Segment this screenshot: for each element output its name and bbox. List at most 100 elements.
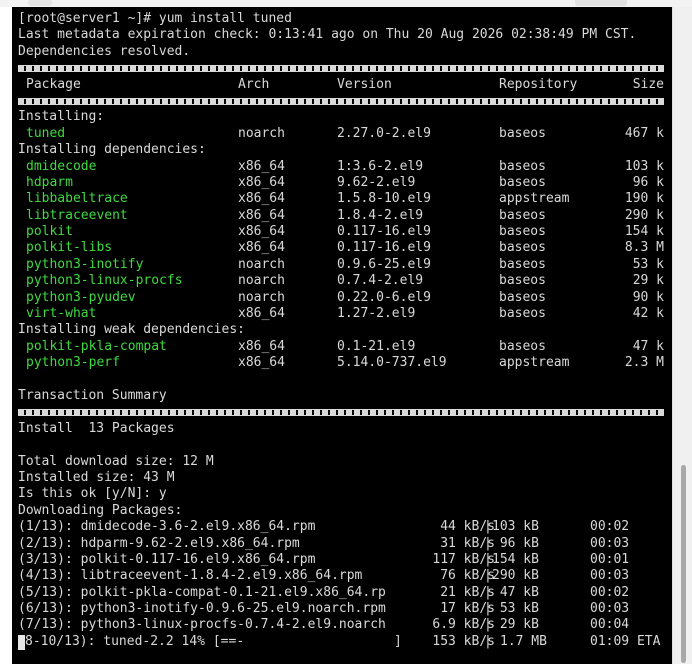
- package-row: tuned noarch 2.27.0-2.el9 baseos 467 k: [18, 126, 672, 142]
- package-size: 47 k: [632, 338, 664, 354]
- package-arch: x86_64: [238, 207, 285, 223]
- download-time: 00:02: [590, 519, 630, 535]
- package-size: 90 k: [632, 289, 664, 305]
- window-top-strip: [0, 0, 692, 7]
- package-name: tuned: [26, 125, 66, 141]
- package-repository: baseos: [499, 174, 546, 190]
- package-version: 1.5.8-10.el9: [337, 191, 431, 207]
- package-version: 1.8.4-2.el9: [337, 207, 424, 223]
- package-version: 0.7.4-2.el9: [337, 273, 424, 289]
- download-row: (6/13): python3-inotify-0.9.6-25.el9.noa…: [18, 601, 672, 617]
- package-name: virt-what: [26, 306, 97, 322]
- install-count-line: Install 13 Packages: [18, 420, 175, 436]
- progress-bracket-end: ]: [394, 633, 402, 649]
- progress-separator: |: [484, 633, 492, 649]
- download-separator: |: [484, 601, 492, 617]
- package-version: 0.9.6-25.el9: [337, 256, 431, 272]
- download-size: 53 kB: [492, 601, 539, 617]
- download-row: (2/13): hdparm-9.62-2.el9.x86_64.rpm 31 k…: [18, 536, 672, 552]
- package-repository: appstream: [499, 355, 570, 371]
- package-arch: x86_64: [238, 158, 285, 174]
- weak-dependencies-label: Installing weak dependencies:: [18, 322, 245, 338]
- package-name: polkit-libs: [26, 240, 113, 256]
- package-name: hdparm: [26, 174, 73, 190]
- header-arch: Arch: [238, 76, 270, 92]
- package-row: virt-what x86_64 1.27-2.el9 baseos 42 k: [18, 306, 672, 322]
- scrollbar-thumb[interactable]: [681, 465, 686, 663]
- metadata-line: Last metadata expiration check: 0:13:41 …: [18, 27, 637, 43]
- package-arch: noarch: [238, 273, 285, 289]
- package-arch: x86_64: [238, 355, 285, 371]
- download-separator: |: [484, 551, 492, 567]
- package-row: libbabeltrace x86_64 1.5.8-10.el9 appstream…: [18, 191, 672, 207]
- download-separator: |: [484, 519, 492, 535]
- package-name: polkit: [26, 224, 73, 240]
- download-file: (4/13): libtraceevent-1.8.4-2.el9.x86_64…: [18, 568, 363, 584]
- total-download-line: Total download size: 12 M: [18, 453, 214, 469]
- package-version: 1.27-2.el9: [337, 306, 416, 322]
- separator-rule: [18, 93, 672, 109]
- package-row: hdparm x86_64 9.62-2.el9 baseos 96 k: [18, 175, 672, 191]
- download-file: (2/13): hdparm-9.62-2.el9.x86_64.rpm: [18, 535, 300, 551]
- package-arch: x86_64: [238, 306, 285, 322]
- package-size: 29 k: [632, 273, 664, 289]
- download-time: 00:01: [590, 551, 630, 567]
- download-size: 96 kB: [492, 535, 539, 551]
- download-separator: |: [484, 535, 492, 551]
- package-version: 0.117-16.el9: [337, 240, 431, 256]
- package-arch: x86_64: [238, 174, 285, 190]
- package-size: 103 k: [624, 158, 664, 174]
- download-size: 154 kB: [492, 551, 539, 567]
- installed-size-line: Installed size: 43 M: [18, 469, 175, 485]
- package-version: 9.62-2.el9: [337, 174, 416, 190]
- package-row: dmidecode x86_64 1:3.6-2.el9 baseos 103 k: [18, 159, 672, 175]
- download-separator: |: [484, 617, 492, 633]
- package-arch: x86_64: [238, 338, 285, 354]
- package-arch: noarch: [238, 125, 285, 141]
- package-size: 190 k: [624, 191, 664, 207]
- table-header: Package Arch Version Repository Size: [18, 77, 672, 93]
- package-version: 0.22.0-6.el9: [337, 289, 431, 305]
- package-repository: baseos: [499, 207, 546, 223]
- package-arch: x86_64: [238, 224, 285, 240]
- package-size: 2.3 M: [624, 355, 664, 371]
- package-arch: x86_64: [238, 240, 285, 256]
- package-row: python3-inotify noarch 0.9.6-25.el9 baseos 5…: [18, 257, 672, 273]
- package-repository: baseos: [499, 306, 546, 322]
- package-arch: noarch: [238, 289, 285, 305]
- tab-edge-left[interactable]: [28, 0, 52, 6]
- tab-edge-right[interactable]: [575, 0, 627, 6]
- package-row: polkit-libs x86_64 0.117-16.el9 baseos 8.3 M: [18, 240, 672, 256]
- download-file: (7/13): python3-linux-procfs-0.7.4-2.el9…: [18, 617, 386, 633]
- download-size: 103 kB: [492, 519, 539, 535]
- download-size: 290 kB: [492, 568, 539, 584]
- header-repository: Repository: [499, 76, 578, 92]
- download-file: (5/13): polkit-pkla-compat-0.1-21.el9.x8…: [18, 584, 386, 600]
- download-file: (1/13): dmidecode-3.6-2.el9.x86_64.rpm: [18, 519, 316, 535]
- package-repository: baseos: [499, 224, 546, 240]
- package-name: python3-linux-procfs: [26, 273, 183, 289]
- package-row: python3-linux-procfs noarch 0.7.4-2.el9 bas…: [18, 273, 672, 289]
- package-repository: baseos: [499, 240, 546, 256]
- package-name: python3-perf: [26, 355, 120, 371]
- terminal-output[interactable]: [root@server1 ~]# yum install tuned Last…: [12, 7, 672, 664]
- download-row: (1/13): dmidecode-3.6-2.el9.x86_64.rpm 44…: [18, 519, 672, 535]
- package-version: 0.1-21.el9: [337, 338, 416, 354]
- download-size: 47 kB: [492, 584, 539, 600]
- package-version: 5.14.0-737.el9: [337, 355, 447, 371]
- package-repository: baseos: [499, 289, 546, 305]
- package-version: 0.117-16.el9: [337, 224, 431, 240]
- package-repository: baseos: [499, 158, 546, 174]
- package-repository: baseos: [499, 256, 546, 272]
- package-name: python3-inotify: [26, 256, 144, 272]
- download-time: 00:03: [590, 535, 630, 551]
- download-time: 00:03: [590, 601, 630, 617]
- vertical-scrollbar[interactable]: [672, 7, 692, 664]
- dependencies-label: Installing dependencies:: [18, 142, 206, 158]
- deps-resolved-line: Dependencies resolved.: [18, 43, 191, 59]
- command-line: [root@server1 ~]# yum install tuned: [18, 11, 292, 26]
- download-separator: |: [484, 568, 492, 584]
- downloading-label: Downloading Packages:: [18, 502, 183, 518]
